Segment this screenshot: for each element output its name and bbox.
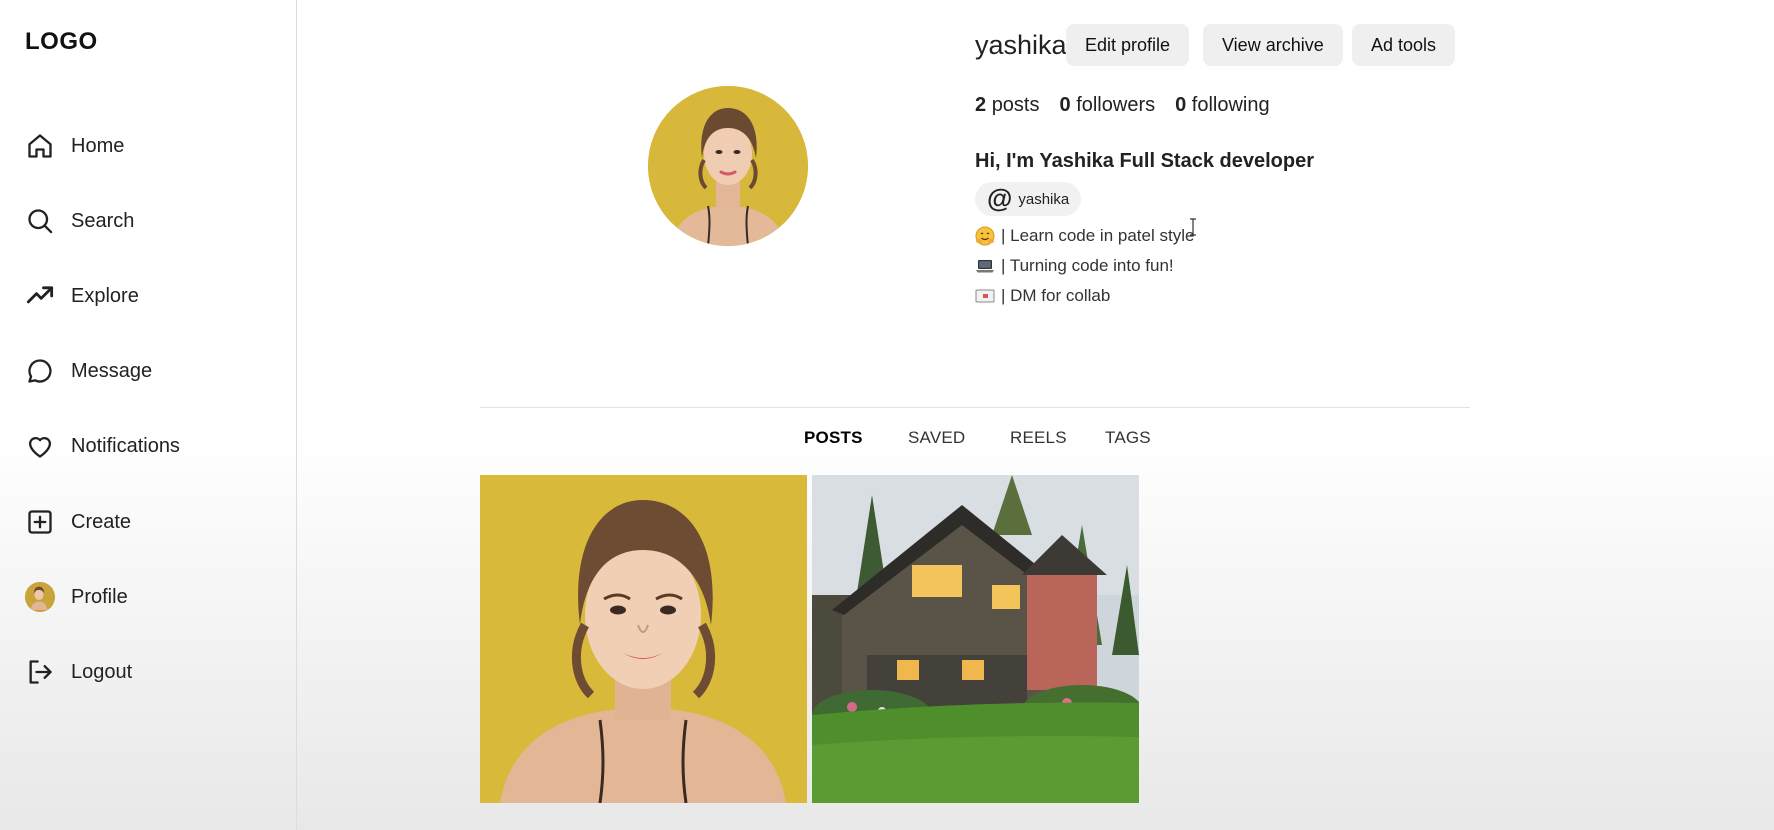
followers-label: followers bbox=[1076, 94, 1156, 116]
profile-stats: 2 posts 0 followers 0 following bbox=[975, 94, 1270, 117]
following-stat[interactable]: 0 following bbox=[1175, 94, 1270, 117]
bio-line-text: | DM for collab bbox=[1001, 286, 1111, 305]
sidebar-item-create[interactable]: Create bbox=[25, 502, 131, 542]
tab-reels[interactable]: REELS bbox=[1010, 428, 1067, 448]
sidebar-item-label: Home bbox=[71, 134, 125, 157]
logout-icon bbox=[25, 657, 55, 687]
post-thumbnail[interactable] bbox=[812, 475, 1139, 803]
post-thumbnail[interactable] bbox=[480, 475, 807, 803]
message-icon bbox=[25, 356, 55, 386]
sidebar-item-search[interactable]: Search bbox=[25, 201, 134, 241]
followers-count: 0 bbox=[1059, 94, 1071, 116]
sidebar-item-label: Explore bbox=[71, 284, 139, 307]
sidebar-item-message[interactable]: Message bbox=[25, 351, 152, 391]
bio-title: Hi, I'm Yashika Full Stack developer bbox=[975, 150, 1314, 172]
search-icon bbox=[25, 206, 55, 236]
view-archive-button[interactable]: View archive bbox=[1203, 24, 1343, 66]
sidebar: LOGO Home Search Explore Message Notific… bbox=[0, 0, 297, 830]
sidebar-item-home[interactable]: Home bbox=[25, 126, 124, 166]
sidebar-item-label: Notifications bbox=[71, 434, 180, 457]
logo[interactable]: LOGO bbox=[25, 28, 98, 56]
bio-line: | Turning code into fun! bbox=[975, 256, 1174, 276]
bio-line-text: | Turning code into fun! bbox=[1001, 256, 1174, 275]
handle-text: yashika bbox=[1018, 190, 1070, 208]
home-icon bbox=[25, 131, 55, 161]
sidebar-item-label: Create bbox=[71, 510, 132, 533]
mail-icon bbox=[975, 287, 995, 305]
laptop-icon bbox=[975, 257, 995, 275]
plus-square-icon bbox=[25, 507, 55, 537]
followers-stat[interactable]: 0 followers bbox=[1060, 94, 1156, 117]
sidebar-item-label: Search bbox=[71, 209, 135, 232]
tab-saved[interactable]: SAVED bbox=[908, 428, 965, 448]
sidebar-item-label: Logout bbox=[71, 660, 133, 683]
tab-tags[interactable]: TAGS bbox=[1105, 428, 1151, 448]
text-cursor-icon bbox=[1189, 218, 1197, 236]
avatar bbox=[25, 582, 55, 612]
sidebar-item-label: Profile bbox=[71, 585, 128, 608]
profile-picture[interactable] bbox=[648, 86, 808, 246]
edit-profile-button[interactable]: Edit profile bbox=[1066, 24, 1190, 66]
bio-line: | DM for collab bbox=[975, 286, 1110, 306]
sidebar-item-notifications[interactable]: Notifications bbox=[25, 426, 180, 466]
sidebar-item-profile[interactable]: Profile bbox=[25, 577, 128, 617]
following-label: following bbox=[1191, 94, 1270, 116]
sidebar-item-logout[interactable]: Logout bbox=[25, 652, 132, 692]
posts-count: 2 bbox=[975, 94, 987, 116]
bio-line-text: | Learn code in patel style bbox=[1001, 226, 1195, 245]
following-count: 0 bbox=[1175, 94, 1187, 116]
threads-icon: @ bbox=[987, 182, 1013, 213]
profile-username: yashika bbox=[975, 30, 1067, 60]
posts-label: posts bbox=[991, 94, 1040, 116]
section-divider bbox=[480, 407, 1470, 408]
hugging-face-icon bbox=[975, 226, 995, 246]
posts-stat[interactable]: 2 posts bbox=[975, 94, 1040, 117]
heart-icon bbox=[25, 431, 55, 461]
tab-posts[interactable]: POSTS bbox=[804, 428, 863, 448]
threads-handle-chip[interactable]: @ yashika bbox=[975, 182, 1082, 216]
sidebar-item-explore[interactable]: Explore bbox=[25, 276, 139, 316]
sidebar-item-label: Message bbox=[71, 359, 153, 382]
ad-tools-button[interactable]: Ad tools bbox=[1352, 24, 1456, 66]
trending-icon bbox=[25, 281, 55, 311]
bio-line: | Learn code in patel style bbox=[975, 226, 1194, 246]
